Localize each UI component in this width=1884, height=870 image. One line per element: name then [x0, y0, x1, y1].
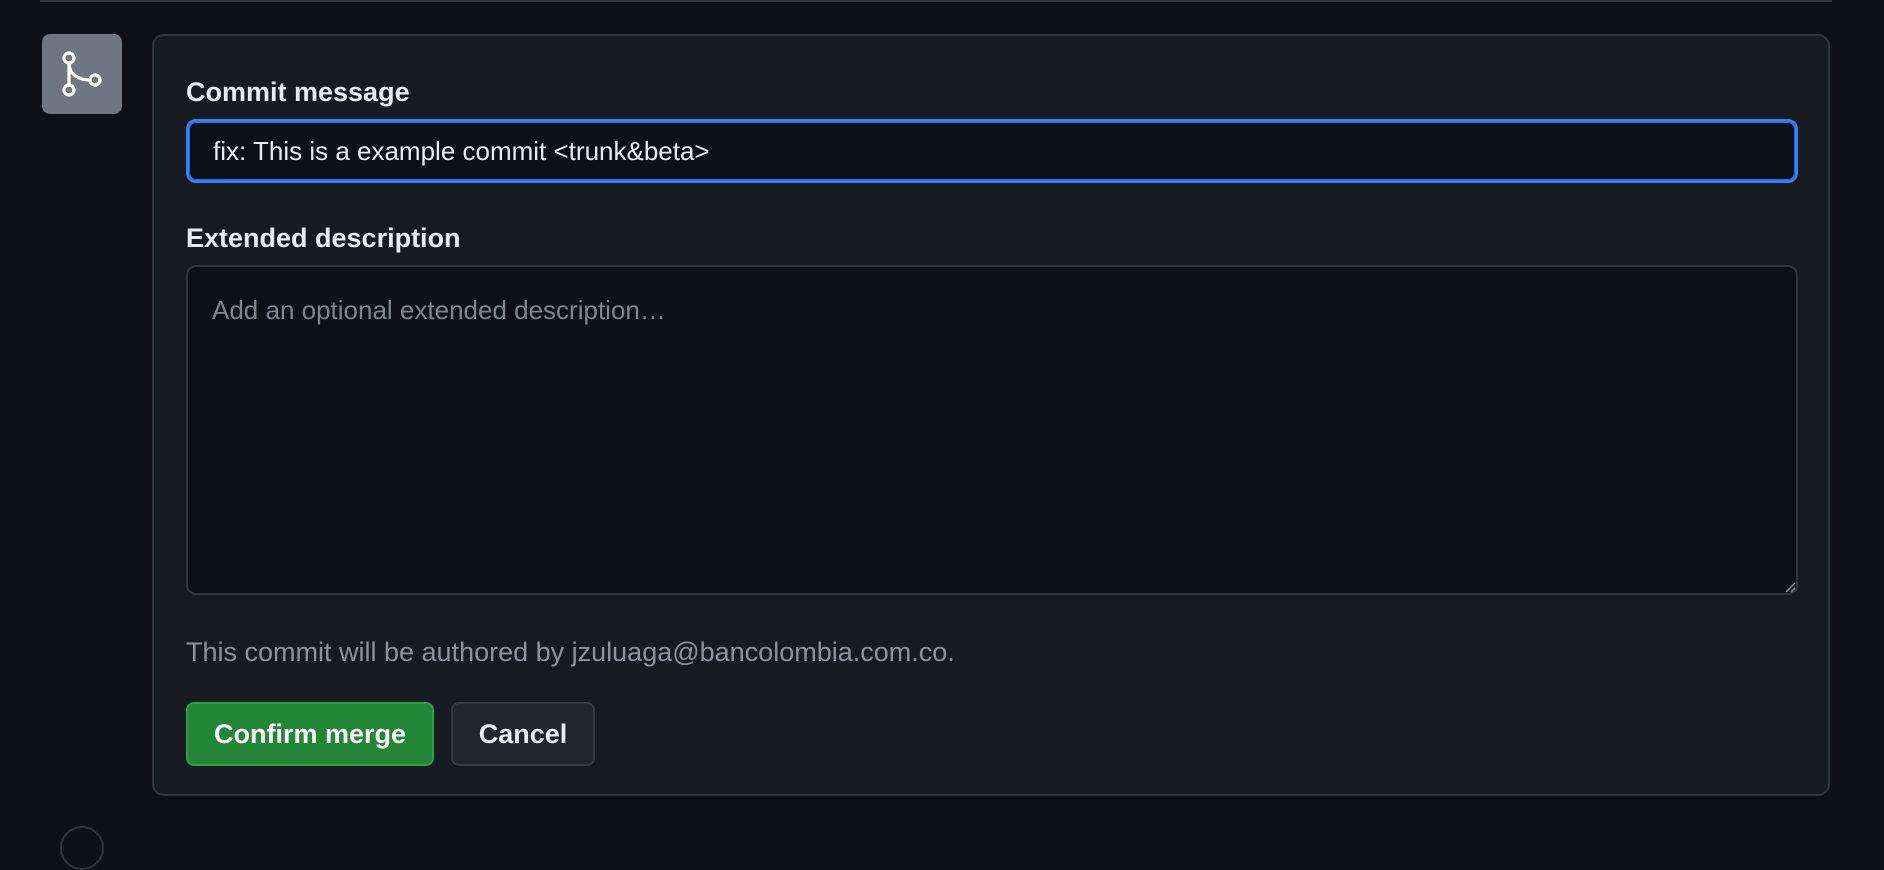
merge-status-badge: [42, 34, 122, 114]
commit-author-note: This commit will be authored by jzuluaga…: [186, 637, 955, 667]
resize-handle-icon[interactable]: [1784, 581, 1796, 593]
extended-description-label: Extended description: [186, 223, 461, 253]
avatar: [60, 826, 104, 870]
timeline-divider: [40, 0, 1832, 2]
git-merge-icon: [62, 51, 102, 97]
merge-form-panel: Commit message Extended description This…: [152, 34, 1830, 796]
commit-message-label: Commit message: [186, 77, 410, 107]
cancel-button[interactable]: Cancel: [451, 702, 595, 766]
extended-description-textarea[interactable]: [186, 265, 1798, 595]
commit-message-input[interactable]: [186, 119, 1798, 183]
confirm-merge-button[interactable]: Confirm merge: [186, 702, 434, 766]
